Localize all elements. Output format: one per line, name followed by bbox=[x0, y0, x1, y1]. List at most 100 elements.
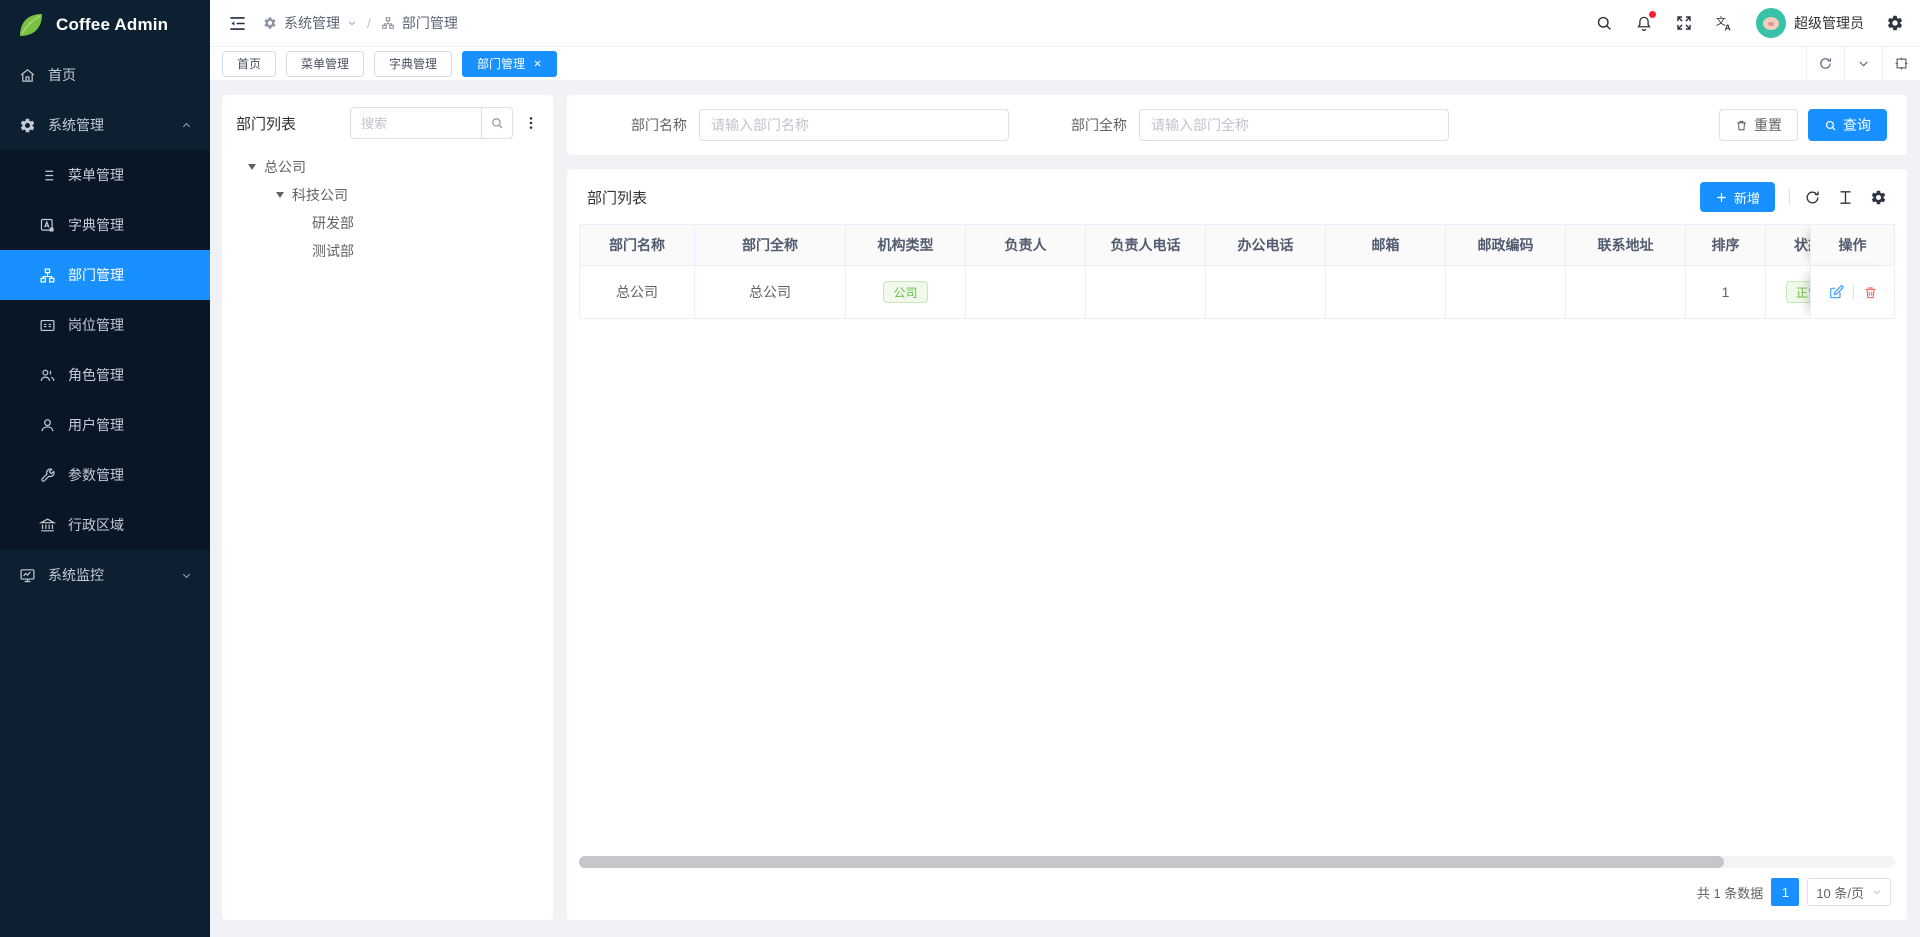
tab-home[interactable]: 首页 bbox=[222, 51, 276, 77]
app-logo: Coffee Admin bbox=[0, 0, 210, 50]
avatar bbox=[1756, 8, 1786, 38]
dept-table-card: 部门列表 新增 bbox=[567, 169, 1907, 920]
tree-node-test-dept[interactable]: 测试部 bbox=[236, 237, 539, 265]
user-icon bbox=[38, 416, 56, 434]
org-chart-icon bbox=[381, 16, 395, 30]
table-empty-space bbox=[567, 319, 1907, 856]
tab-label: 首页 bbox=[237, 55, 261, 72]
refresh-icon[interactable] bbox=[1804, 189, 1821, 206]
column-header-leader-phone: 负责人电话 bbox=[1086, 224, 1206, 266]
dept-table: 部门名称 部门全称 机构类型 负责人 负责人电话 办公电话 邮箱 邮政编码 联系… bbox=[579, 224, 1895, 319]
column-header-org-type: 机构类型 bbox=[846, 224, 966, 266]
table-card-header: 部门列表 新增 bbox=[567, 169, 1907, 224]
edit-icon[interactable] bbox=[1828, 284, 1844, 300]
column-settings-icon[interactable] bbox=[1870, 189, 1887, 206]
breadcrumb: 系统管理 / 部门管理 bbox=[263, 13, 458, 33]
tabbar: 首页 菜单管理 字典管理 部门管理 bbox=[210, 47, 1920, 81]
sidebar-item-menu-mgmt[interactable]: 菜单管理 bbox=[0, 150, 210, 200]
reset-button[interactable]: 重置 bbox=[1719, 109, 1798, 141]
chevron-down-icon bbox=[1872, 887, 1882, 897]
plus-icon bbox=[1715, 191, 1728, 204]
username: 超级管理员 bbox=[1794, 13, 1864, 33]
settings-gear-icon[interactable] bbox=[1886, 14, 1904, 32]
dept-name-input[interactable] bbox=[699, 109, 1009, 141]
tree-node-label: 总公司 bbox=[264, 157, 306, 177]
trash-icon bbox=[1735, 119, 1748, 132]
tree-node-head-office[interactable]: 总公司 bbox=[236, 153, 539, 181]
topbar: 系统管理 / 部门管理 文A bbox=[210, 0, 1920, 47]
sidebar-item-dict-mgmt[interactable]: 字典管理 bbox=[0, 200, 210, 250]
sidebar-item-label: 部门管理 bbox=[68, 265, 124, 285]
leaf-icon bbox=[16, 10, 46, 40]
cell-dept-fullname: 总公司 bbox=[695, 266, 846, 319]
sidebar-item-label: 菜单管理 bbox=[68, 165, 124, 185]
sidebar-item-system-monitor[interactable]: 系统监控 bbox=[0, 550, 210, 600]
add-button[interactable]: 新增 bbox=[1700, 182, 1775, 212]
svg-text:A: A bbox=[1725, 22, 1732, 32]
tree-expand-caret-icon[interactable] bbox=[248, 164, 256, 170]
sidebar-item-post-mgmt[interactable]: 岗位管理 bbox=[0, 300, 210, 350]
sidebar-item-admin-region[interactable]: 行政区域 bbox=[0, 500, 210, 550]
maximize-icon[interactable] bbox=[1882, 47, 1920, 80]
tree-node-rnd-dept[interactable]: 研发部 bbox=[236, 209, 539, 237]
breadcrumb-item-dept-mgmt: 部门管理 bbox=[402, 13, 458, 33]
sidebar-item-label: 用户管理 bbox=[68, 415, 124, 435]
table-viewport: 部门名称 部门全称 机构类型 负责人 负责人电话 办公电话 邮箱 邮政编码 联系… bbox=[579, 224, 1895, 319]
sidebar-item-home[interactable]: 首页 bbox=[0, 50, 210, 100]
row-height-icon[interactable] bbox=[1837, 189, 1854, 206]
tab-dept-mgmt[interactable]: 部门管理 bbox=[462, 51, 557, 77]
org-chart-icon bbox=[38, 266, 56, 284]
search-icon[interactable] bbox=[1595, 14, 1613, 32]
tree-more-menu-icon[interactable] bbox=[523, 115, 539, 131]
tab-label: 部门管理 bbox=[477, 55, 525, 72]
sidebar-item-label: 系统管理 bbox=[48, 115, 104, 135]
wrench-icon bbox=[38, 466, 56, 484]
page-button-1[interactable]: 1 bbox=[1771, 878, 1799, 906]
badge-icon bbox=[38, 316, 56, 334]
dept-tree: 总公司 科技公司 研发部 测试部 bbox=[236, 153, 539, 265]
search-button[interactable]: 查询 bbox=[1808, 109, 1887, 141]
tab-dict-mgmt[interactable]: 字典管理 bbox=[374, 51, 452, 77]
sidebar-item-role-mgmt[interactable]: 角色管理 bbox=[0, 350, 210, 400]
tab-close-icon[interactable] bbox=[533, 59, 542, 68]
tree-search-button[interactable] bbox=[481, 107, 513, 139]
user-menu[interactable]: 超级管理员 bbox=[1756, 8, 1864, 38]
cell-dept-name: 总公司 bbox=[579, 266, 695, 319]
page-size-select[interactable]: 10 条/页 bbox=[1807, 878, 1891, 906]
tab-label: 字典管理 bbox=[389, 55, 437, 72]
dept-fullname-input[interactable] bbox=[1139, 109, 1449, 141]
search-label: 查询 bbox=[1843, 115, 1871, 135]
breadcrumb-item-system-mgmt[interactable]: 系统管理 bbox=[284, 13, 340, 33]
sidebar-item-user-mgmt[interactable]: 用户管理 bbox=[0, 400, 210, 450]
fullscreen-icon[interactable] bbox=[1675, 14, 1693, 32]
tab-label: 菜单管理 bbox=[301, 55, 349, 72]
sidebar-item-system-mgmt[interactable]: 系统管理 bbox=[0, 100, 210, 150]
filter-actions: 重置 查询 bbox=[1719, 109, 1887, 141]
gear-icon bbox=[263, 16, 277, 30]
column-header-postcode: 邮政编码 bbox=[1446, 224, 1566, 266]
add-label: 新增 bbox=[1734, 188, 1760, 207]
menu-list-icon bbox=[38, 166, 56, 184]
sidebar-submenu-system-mgmt: 菜单管理 字典管理 部门管理 岗位管理 角色管理 bbox=[0, 150, 210, 550]
trash-icon[interactable] bbox=[1863, 285, 1878, 300]
menu-fold-icon[interactable] bbox=[228, 14, 247, 33]
sidebar-item-label: 岗位管理 bbox=[68, 315, 124, 335]
sidebar-item-param-mgmt[interactable]: 参数管理 bbox=[0, 450, 210, 500]
scrollbar-thumb[interactable] bbox=[579, 856, 1724, 868]
dept-tree-panel: 部门列表 总公司 科技公司 bbox=[222, 95, 553, 920]
tabbar-tools bbox=[1806, 47, 1920, 80]
home-icon bbox=[18, 66, 36, 84]
sidebar-item-label: 角色管理 bbox=[68, 365, 124, 385]
tree-expand-caret-icon[interactable] bbox=[276, 192, 284, 198]
tab-menu-mgmt[interactable]: 菜单管理 bbox=[286, 51, 364, 77]
tree-search-input[interactable] bbox=[350, 107, 481, 139]
translate-icon[interactable]: 文A bbox=[1715, 14, 1734, 33]
toolbar-divider bbox=[1789, 189, 1790, 205]
tabs-menu-chevron-icon[interactable] bbox=[1844, 47, 1882, 80]
bell-icon[interactable] bbox=[1635, 14, 1653, 32]
cell-leader-phone bbox=[1086, 266, 1206, 319]
cell-address bbox=[1566, 266, 1686, 319]
tree-node-tech-company[interactable]: 科技公司 bbox=[236, 181, 539, 209]
sidebar-item-dept-mgmt[interactable]: 部门管理 bbox=[0, 250, 210, 300]
refresh-tab-icon[interactable] bbox=[1806, 47, 1844, 80]
